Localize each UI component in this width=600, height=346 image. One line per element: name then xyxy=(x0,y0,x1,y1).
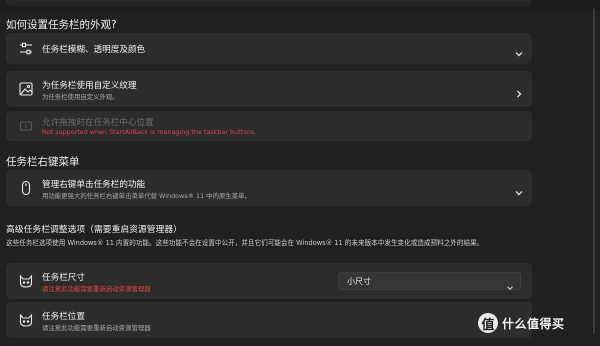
manage-card-subtitle: 用功能更强大的任务栏右键单击菜单代替 Windows® 11 中的原生菜单。 xyxy=(42,192,251,200)
blur-card-title: 任务栏模糊、透明度及颜色 xyxy=(42,45,146,55)
chevron-down-icon xyxy=(514,183,524,196)
taskbar-size-dropdown[interactable]: 小尺寸 xyxy=(338,272,521,290)
center-drag-card: 允许拖拽时在任务栏中心位置 Not supported when StartAl… xyxy=(6,111,532,141)
watermark-text: 什么值得买 xyxy=(502,316,565,331)
chevron-down-icon xyxy=(506,277,514,290)
taskbar-position-card: 任务栏位置 请注意此功能需要重新启动资源管理器 xyxy=(6,302,532,338)
drag-icon xyxy=(18,118,34,134)
chevron-down-icon xyxy=(514,44,524,57)
center-drag-subtitle: Not supported when StartAllBack is manag… xyxy=(42,128,257,136)
taskbar-size-value: 小尺寸 xyxy=(347,277,371,286)
chevron-right-icon xyxy=(514,84,524,98)
size-card-subtitle: 请注意此功能需要重新启动资源管理器 xyxy=(42,285,151,293)
advanced-heading: 高级任务栏调整选项（需要重启资源管理器） xyxy=(6,225,182,235)
previous-card-edge xyxy=(6,0,532,6)
cat-icon xyxy=(18,273,34,289)
custom-texture-card[interactable]: 为任务栏使用自定义纹理 为任务栏使用自定义外观。 xyxy=(6,71,532,107)
watermark-badge: 值 xyxy=(478,313,498,333)
context-menu-heading: 任务栏右键菜单 xyxy=(6,156,80,168)
blur-transparency-color-card[interactable]: 任务栏模糊、透明度及颜色 xyxy=(6,33,532,64)
top-strip xyxy=(0,0,600,10)
position-card-subtitle: 请注意此功能需要重新启动资源管理器 xyxy=(42,324,151,332)
advanced-description: 这些任务栏选项使用 Windows® 11 内置的功能。这些功能不会在设置中公开… xyxy=(6,239,484,247)
size-card-title: 任务栏尺寸 xyxy=(42,273,85,283)
texture-card-subtitle: 为任务栏使用自定义外观。 xyxy=(42,93,119,101)
mouse-icon xyxy=(18,180,34,196)
cat-icon xyxy=(18,312,34,328)
texture-card-title: 为任务栏使用自定义纹理 xyxy=(42,81,137,91)
manage-context-menu-card[interactable]: 管理右键单击任务栏的功能 用功能更强大的任务栏右键单击菜单代替 Windows®… xyxy=(6,170,532,206)
image-icon xyxy=(18,81,34,97)
appearance-heading: 如何设置任务栏的外观? xyxy=(6,19,117,31)
watermark: 值 什么值得买 xyxy=(478,311,565,335)
sliders-icon xyxy=(18,41,34,57)
scrollbar[interactable] xyxy=(593,8,595,334)
manage-card-title: 管理右键单击任务栏的功能 xyxy=(42,180,146,190)
center-drag-title: 允许拖拽时在任务栏中心位置 xyxy=(42,118,154,128)
position-card-title: 任务栏位置 xyxy=(42,312,85,322)
